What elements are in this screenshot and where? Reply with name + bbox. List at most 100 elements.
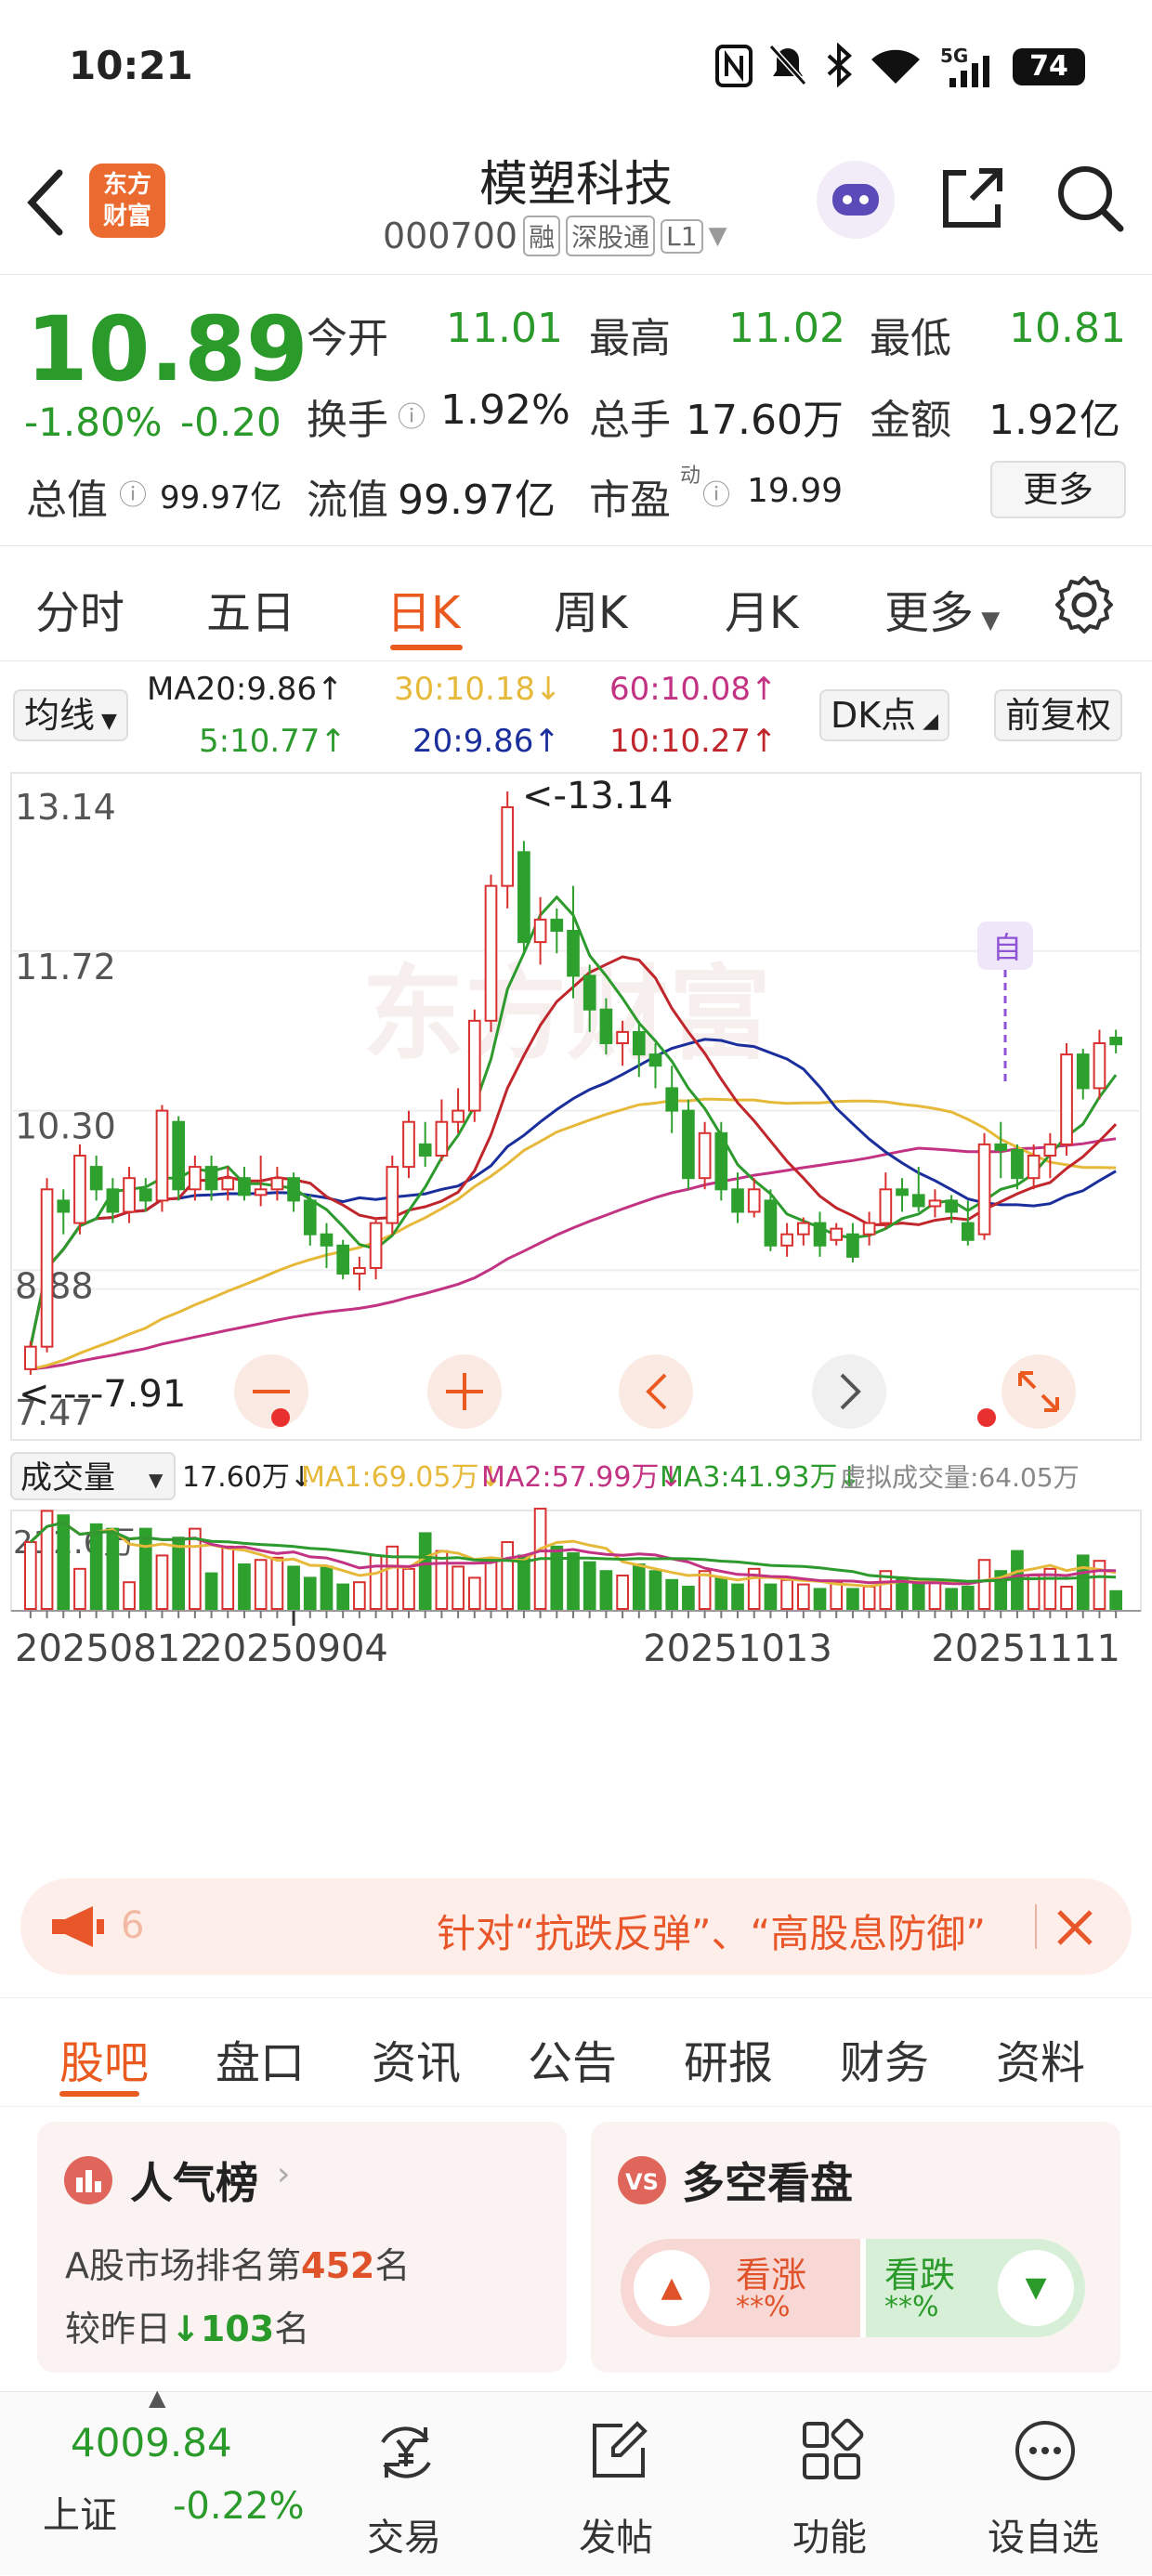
vote-bar: ▲ 看涨 **% 看跌 **% ▼ (621, 2239, 1085, 2337)
zoom-out-button[interactable] (234, 1354, 308, 1429)
popularity-title: 人气榜 (130, 2158, 258, 2208)
zoom-in-button[interactable] (427, 1354, 502, 1429)
more-button[interactable]: 更多 (990, 461, 1126, 518)
bear-label: 看跌 (884, 2255, 956, 2295)
volume-bar (698, 1570, 712, 1610)
tab-weekly-k[interactable]: 周K (554, 576, 627, 641)
candle[interactable] (155, 1105, 169, 1212)
nav-trade[interactable]: 交易 (334, 2392, 474, 2576)
versus-icon: VS (618, 2156, 666, 2204)
adjust-selector[interactable]: 前复权 (994, 689, 1123, 741)
tag-connect: 深股通 (566, 216, 656, 256)
tab-announcements[interactable]: 公告 (528, 2026, 617, 2091)
current-price: 10.89 (26, 297, 308, 401)
volume-bar (682, 1586, 695, 1611)
pe-label: 市盈 (589, 477, 671, 524)
volume-bar (714, 1576, 728, 1611)
candle[interactable] (386, 1156, 399, 1235)
bottom-nav: ▲ 4009.84 上证 -0.22% 交易 发帖 功能 设自选 (0, 2385, 1152, 2576)
volume-bar (764, 1583, 778, 1611)
candle[interactable] (484, 874, 498, 1032)
search-icon[interactable] (1054, 162, 1126, 234)
volume-bar (452, 1565, 465, 1610)
pe-value: 19.99 (747, 472, 844, 510)
tab-profile[interactable]: 资料 (996, 2026, 1085, 2091)
info-icon[interactable]: ⓘ (119, 472, 147, 513)
tab-orderbook[interactable]: 盘口 (216, 2026, 305, 2091)
change-value: -0.20 (180, 399, 281, 445)
tab-intraday[interactable]: 分时 (35, 576, 124, 641)
volume-bar (945, 1588, 958, 1610)
divider (1035, 1904, 1037, 1949)
nav-watchlist[interactable]: 设自选 (974, 2392, 1113, 2576)
candle[interactable] (336, 1239, 350, 1280)
bull-bear-title: 多空看盘 (682, 2158, 853, 2208)
promo-banner[interactable]: 6 针对“抗跌反弹”、“高股息防御” (20, 1878, 1132, 1975)
bear-segment[interactable]: 看跌 **% ▼ (866, 2239, 1085, 2337)
close-icon[interactable] (1055, 1908, 1094, 1947)
nav-functions[interactable]: 功能 (760, 2392, 899, 2576)
mktcap-label: 总值 (26, 477, 108, 524)
volume-bar (467, 1576, 481, 1611)
gear-icon[interactable] (1054, 574, 1115, 635)
candle[interactable] (977, 1132, 991, 1240)
bull-bear-card[interactable]: VS 多空看盘 ▲ 看涨 **% 看跌 **% ▼ (591, 2122, 1120, 2373)
candle[interactable] (682, 1099, 695, 1190)
candle[interactable] (714, 1121, 728, 1201)
info-icon[interactable]: ⓘ (702, 472, 730, 513)
tab-financials[interactable]: 财务 (840, 2026, 929, 2091)
robot-assistant-icon[interactable] (814, 158, 897, 242)
tab-monthly-k[interactable]: 月K (725, 576, 798, 641)
tab-five-day[interactable]: 五日 (206, 576, 295, 641)
candle[interactable] (172, 1116, 186, 1201)
volume-bar (616, 1575, 629, 1610)
share-icon[interactable] (938, 163, 1007, 232)
scroll-right-button[interactable] (812, 1354, 886, 1429)
stock-code-row[interactable]: 000700 融 深股通 L1 ▼ (383, 216, 727, 256)
volume-bar (961, 1586, 975, 1611)
volume-bar (238, 1563, 251, 1611)
stock-name: 模塑科技 (478, 157, 673, 213)
status-bar: 10:21 5G 74 (0, 0, 1152, 130)
tab-more[interactable]: 更多 ▼ (884, 576, 1000, 641)
volume-value: 17.60万↓ (182, 1461, 313, 1494)
scroll-left-button[interactable] (619, 1354, 693, 1429)
down-arrow-icon: ↓ (171, 2308, 201, 2349)
volume-bar (665, 1578, 679, 1611)
fullscreen-button[interactable] (1001, 1354, 1076, 1429)
marker-dot (977, 1408, 996, 1427)
volume-label: 总手 (589, 397, 671, 444)
back-icon[interactable] (24, 167, 65, 238)
volume-value: 17.60万 (686, 397, 844, 444)
megaphone-icon (52, 1906, 104, 1947)
volume-bar (353, 1581, 366, 1611)
tag-margin: 融 (523, 216, 561, 256)
virtual-volume: 虚拟成交量:64.05万 (840, 1462, 1080, 1493)
stock-header: 东方 财富 模塑科技 000700 融 深股通 L1 ▼ (0, 130, 1152, 275)
info-icon[interactable]: ⓘ (398, 394, 425, 435)
ma-selector[interactable]: 均线 ▼ (13, 689, 128, 741)
bull-segment[interactable]: ▲ 看涨 **% (621, 2239, 860, 2337)
kline-chart[interactable]: 东方财富 13.1411.7210.308.887.47 <-13.14 <--… (0, 771, 1152, 1700)
volume-bar (632, 1563, 646, 1611)
candle[interactable] (1060, 1043, 1073, 1156)
tab-news[interactable]: 资讯 (372, 2026, 461, 2091)
bear-value: **% (884, 2291, 939, 2323)
nav-post[interactable]: 发帖 (546, 2392, 686, 2576)
candle[interactable] (73, 1144, 86, 1235)
volume-bar (402, 1567, 415, 1610)
candle[interactable] (467, 1009, 481, 1122)
index-ticker[interactable]: ▲ 4009.84 上证 -0.22% (9, 2385, 307, 2576)
tab-research[interactable]: 研报 (684, 2026, 773, 2091)
dk-point-selector[interactable]: DK点 ◢ (819, 689, 950, 741)
candle[interactable] (517, 841, 530, 954)
candle[interactable] (24, 1340, 37, 1375)
app-logo[interactable]: 东方 财富 (89, 163, 165, 238)
date-label: 20251013 (643, 1628, 832, 1670)
popularity-card[interactable]: 人气榜 › A股市场排名第452名 较昨日↓103名 (37, 2122, 567, 2373)
tab-daily-k[interactable]: 日K (386, 576, 460, 641)
tab-forum[interactable]: 股吧 (59, 2026, 149, 2091)
ma60-value: 60:10.08↑ (609, 671, 778, 708)
chevron-down-icon: ▼ (149, 1469, 164, 1491)
candle[interactable] (40, 1178, 54, 1353)
